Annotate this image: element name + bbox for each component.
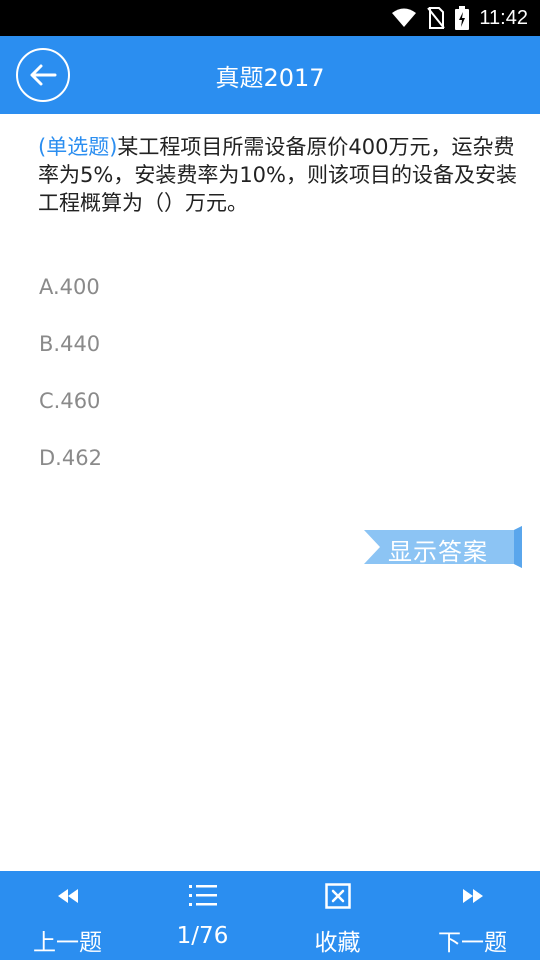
show-answer-button[interactable]: 显示答案 xyxy=(362,526,526,568)
prev-question-button[interactable]: 上一题 xyxy=(0,871,135,960)
no-sim-icon xyxy=(427,7,446,29)
next-question-button[interactable]: 下一题 xyxy=(405,871,540,960)
list-icon xyxy=(188,885,217,906)
prev-question-label: 上一题 xyxy=(33,930,102,956)
arrow-left-icon xyxy=(30,64,57,86)
rewind-icon xyxy=(57,889,78,903)
bottom-nav: 上一题 1/76 收藏 下一题 xyxy=(0,871,540,960)
option-d[interactable]: D.462 xyxy=(39,446,102,470)
status-time: 11:42 xyxy=(479,6,528,29)
favorite-label: 收藏 xyxy=(314,930,361,956)
progress-label: 1/76 xyxy=(176,923,229,949)
question-text: (单选题)某工程项目所需设备原价400万元，运杂费率为5%，安装费率为10%，则… xyxy=(38,133,526,217)
back-button[interactable] xyxy=(16,48,70,102)
checkbox-x-icon xyxy=(324,883,351,909)
question-list-button[interactable]: 1/76 xyxy=(135,871,270,960)
fast-forward-icon xyxy=(462,889,483,903)
option-a[interactable]: A.400 xyxy=(39,275,100,299)
next-question-label: 下一题 xyxy=(438,930,507,956)
option-c[interactable]: C.460 xyxy=(39,389,100,413)
app-bar: 真题2017 xyxy=(0,36,540,114)
question-type-label: (单选题) xyxy=(38,135,118,159)
favorite-button[interactable]: 收藏 xyxy=(270,871,405,960)
page-title: 真题2017 xyxy=(215,63,325,92)
show-answer-label: 显示答案 xyxy=(388,538,488,566)
wifi-icon xyxy=(392,8,417,27)
status-bar: 11:42 xyxy=(0,0,540,36)
battery-charging-icon xyxy=(455,6,470,30)
option-b[interactable]: B.440 xyxy=(39,332,100,356)
